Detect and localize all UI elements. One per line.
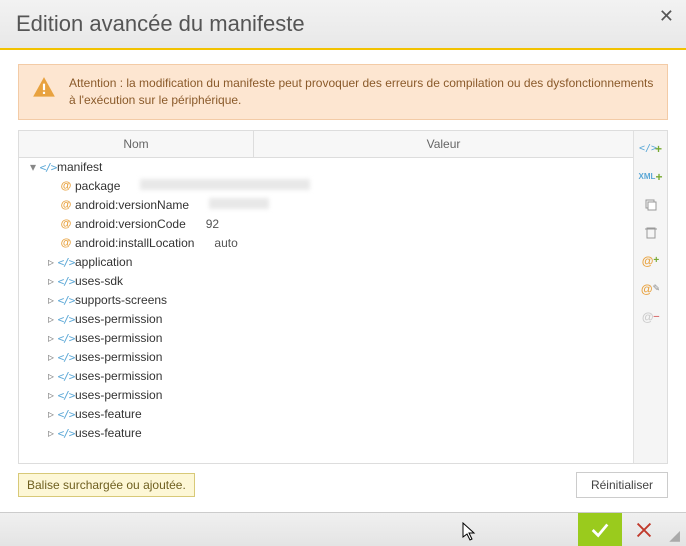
bottom-bar: ◢ [0,512,686,546]
attribute-icon: @ [57,199,75,211]
close-icon[interactable]: ✕ [659,6,674,27]
tree-row-root[interactable]: ▾</>manifest [19,158,633,177]
tree-row-child[interactable]: ▹</>uses-permission [19,367,633,386]
tree-row-child[interactable]: ▹</>uses-permission [19,386,633,405]
tree-body[interactable]: ▾</>manifest@package@android:versionName… [19,158,633,463]
tree-row-attr[interactable]: @android:versionName [19,196,633,215]
tag-icon: </> [57,313,75,326]
warning-text: Attention : la modification du manifeste… [69,75,655,109]
warning-banner: Attention : la modification du manifeste… [18,64,668,120]
toolbar-xml-plus-button[interactable]: XML+ [639,165,663,189]
tree-row-attr[interactable]: @android:versionCode 92 [19,215,633,234]
content-area: Attention : la modification du manifeste… [0,50,686,512]
expand-caret-icon[interactable]: ▹ [45,350,57,364]
node-name: package [75,179,120,193]
tree-panel: Nom Valeur ▾</>manifest@package@android:… [18,130,668,464]
tree-row-child[interactable]: ▹</>supports-screens [19,291,633,310]
node-value [209,198,269,212]
node-name: uses-permission [75,350,162,364]
node-name: android:versionCode [75,217,186,231]
node-name: android:installLocation [75,236,194,250]
toolbar-at-remove-button[interactable]: @– [639,305,663,329]
tree-row-child[interactable]: ▹</>uses-sdk [19,272,633,291]
tree-header: Nom Valeur [19,131,633,158]
column-header-value[interactable]: Valeur [254,131,633,157]
expand-caret-icon[interactable]: ▹ [45,293,57,307]
node-name: uses-permission [75,312,162,326]
tree-row-attr[interactable]: @android:installLocation auto [19,234,633,253]
tag-icon: </> [57,294,75,307]
cancel-button[interactable] [622,513,666,546]
side-toolbar: </>+ XML+ @+ @✎ @– [633,131,667,463]
expand-caret-icon[interactable]: ▹ [45,426,57,440]
node-name: uses-permission [75,369,162,383]
node-name: uses-permission [75,388,162,402]
attribute-icon: @ [57,237,75,249]
expand-caret-icon[interactable]: ▾ [27,160,39,174]
expand-caret-icon[interactable]: ▹ [45,369,57,383]
tree-row-child[interactable]: ▹</>uses-feature [19,405,633,424]
tag-icon: </> [57,389,75,402]
node-value [140,179,310,193]
node-name: uses-feature [75,407,142,421]
node-name: uses-sdk [75,274,123,288]
expand-caret-icon[interactable]: ▹ [45,407,57,421]
tag-icon: </> [57,332,75,345]
expand-caret-icon[interactable]: ▹ [45,255,57,269]
warning-icon [31,75,57,101]
expand-caret-icon[interactable]: ▹ [45,312,57,326]
tag-icon: </> [57,275,75,288]
toolbar-tag-plus-button[interactable]: </>+ [639,137,663,161]
tag-icon: </> [39,161,57,174]
tag-icon: </> [57,408,75,421]
node-name: manifest [57,160,102,174]
expand-caret-icon[interactable]: ▹ [45,388,57,402]
node-name: supports-screens [75,293,167,307]
tree-row-child[interactable]: ▹</>uses-permission [19,310,633,329]
toolbar-at-plus-button[interactable]: @+ [639,249,663,273]
column-header-name[interactable]: Nom [19,131,254,157]
tag-icon: </> [57,370,75,383]
check-icon [589,519,611,541]
tree-row-child[interactable]: ▹</>uses-permission [19,329,633,348]
reset-button[interactable]: Réinitialiser [576,472,668,498]
tree-row-child[interactable]: ▹</>uses-feature [19,424,633,443]
tag-icon: </> [57,427,75,440]
tree-row-child[interactable]: ▹</>application [19,253,633,272]
title-bar: Edition avancée du manifeste ✕ [0,0,686,50]
attribute-icon: @ [57,180,75,192]
legend-label: Balise surchargée ou ajoutée. [18,473,195,497]
node-value: auto [214,236,237,250]
toolbar-copy-button[interactable] [639,193,663,217]
tag-icon: </> [57,256,75,269]
window-title: Edition avancée du manifeste [16,11,305,37]
tree-row-attr[interactable]: @package [19,177,633,196]
cancel-icon [633,519,655,541]
ok-button[interactable] [578,513,622,546]
tree-row-child[interactable]: ▹</>uses-permission [19,348,633,367]
footer-area: Balise surchargée ou ajoutée. Réinitiali… [18,464,668,502]
toolbar-delete-button[interactable] [639,221,663,245]
node-value: 92 [206,217,219,231]
expand-caret-icon[interactable]: ▹ [45,331,57,345]
toolbar-at-edit-button[interactable]: @✎ [639,277,663,301]
node-name: application [75,255,132,269]
node-name: uses-permission [75,331,162,345]
expand-caret-icon[interactable]: ▹ [45,274,57,288]
node-name: android:versionName [75,198,189,212]
node-name: uses-feature [75,426,142,440]
attribute-icon: @ [57,218,75,230]
resize-grip-icon[interactable]: ◢ [666,513,680,546]
tag-icon: </> [57,351,75,364]
